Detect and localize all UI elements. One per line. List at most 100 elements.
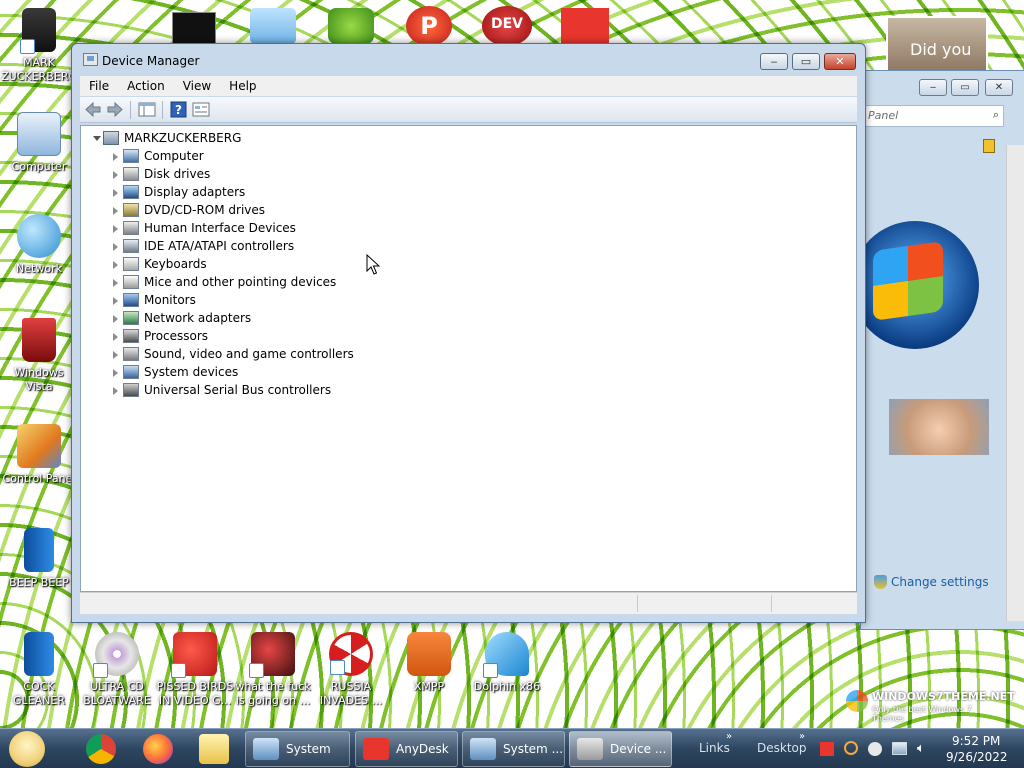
forward-arrow-icon[interactable] (106, 101, 124, 118)
show-hide-console-tree-icon[interactable] (138, 101, 156, 118)
menu-help[interactable]: Help (220, 76, 265, 96)
desktop-icon-windows-vista[interactable]: Windows Vista (0, 318, 78, 394)
desktop-icon-what-the[interactable]: what the fuck is going on ... (234, 632, 312, 708)
menu-file[interactable]: File (80, 76, 118, 96)
taskbar-item-device-manager[interactable]: Device ... (569, 731, 672, 767)
expand-arrow-icon[interactable] (113, 297, 118, 305)
keyboard-icon (123, 257, 139, 271)
desktop-icon-xmpp[interactable]: XMPP (390, 632, 468, 694)
toolbar-separator (130, 101, 131, 119)
desktop-icon-label: what the fuck is going on ... (235, 680, 311, 707)
help-icon[interactable]: ? (170, 101, 188, 118)
minimize-button[interactable]: ‒ (919, 79, 947, 96)
properties-icon[interactable] (192, 101, 210, 118)
toolbar-separator (162, 101, 163, 119)
desktop-icon-mark-zuckerberg[interactable]: MARK ZUCKERBERG (0, 8, 78, 84)
desktop-icon-russia-invades[interactable]: RUSSIA INVADES ... (312, 632, 390, 708)
expand-arrow-icon[interactable] (113, 333, 118, 341)
tree-item-label: Universal Serial Bus controllers (144, 383, 332, 397)
clock-date[interactable]: 9/26/2022 (946, 750, 1008, 764)
angry-pig-icon[interactable] (328, 8, 374, 44)
p-logo-icon[interactable]: P (406, 6, 452, 46)
menu-view[interactable]: View (174, 76, 220, 96)
desktop-icon-control-panel[interactable]: Control Panel (0, 424, 78, 486)
expand-arrow-icon[interactable] (113, 153, 118, 161)
expand-arrow-icon[interactable] (113, 315, 118, 323)
links-chevron-icon[interactable]: » (726, 731, 732, 742)
maximize-button[interactable]: ▭ (951, 79, 979, 96)
vertical-scrollbar[interactable] (1006, 145, 1024, 621)
usb-icon (123, 383, 139, 397)
start-button[interactable] (4, 729, 48, 768)
desktop-toolbar[interactable]: Desktop (757, 741, 807, 755)
ide-controller-icon (123, 239, 139, 253)
desktop-icon-dolphin[interactable]: Dolphin x86 (468, 632, 546, 694)
person-icon (20, 8, 56, 54)
expand-arrow-icon[interactable] (113, 279, 118, 287)
anydesk-desktop-icon[interactable] (561, 8, 609, 46)
windows-logo-icon (846, 690, 868, 712)
desktop-icon-network[interactable]: Network (0, 214, 78, 276)
taskbar-item-anydesk[interactable]: AnyDesk (355, 731, 458, 767)
close-button[interactable]: ✕ (985, 79, 1013, 96)
user-tile[interactable]: Did you (886, 16, 988, 74)
back-arrow-icon[interactable] (84, 101, 102, 118)
radiation-icon (329, 632, 373, 676)
menu-action[interactable]: Action (118, 76, 174, 96)
desktop-icon-label: RUSSIA INVADES ... (319, 680, 383, 707)
folder-icon[interactable] (199, 734, 229, 764)
firefox-icon[interactable] (143, 734, 173, 764)
taskbar-item-label: Device ... (610, 742, 667, 756)
control-panel-window[interactable]: ‒ ▭ ✕ Panel ⌕ Change settings (851, 70, 1024, 630)
expand-arrow-icon[interactable] (113, 369, 118, 377)
expand-arrow-icon[interactable] (113, 351, 118, 359)
desktop-chevron-icon[interactable]: » (799, 731, 805, 742)
smiley-tray-icon[interactable] (868, 742, 882, 756)
folder-icon[interactable] (250, 8, 296, 44)
shield-icon (874, 575, 887, 589)
window-title: Device Manager (102, 54, 200, 68)
minimize-button[interactable]: ‒ (760, 53, 788, 70)
watermark: WINDOWS7THEME.NET Only the best Windows … (846, 688, 1015, 723)
cmd-icon[interactable] (172, 12, 216, 44)
globe-icon (17, 214, 61, 258)
network-tray-icon[interactable] (892, 742, 907, 755)
expand-arrow-icon[interactable] (113, 189, 118, 197)
desktop-icon-label: ULTRA CD BLOATWARE (83, 680, 151, 707)
device-manager-window[interactable]: Device Manager ‒ ▭ ✕ File Action View Help … (71, 43, 866, 623)
expand-arrow-icon[interactable] (113, 225, 118, 233)
expand-arrow-icon[interactable] (113, 261, 118, 269)
clock-time[interactable]: 9:52 PM (952, 734, 1000, 748)
title-bar[interactable]: Device Manager ‒ ▭ ✕ (72, 44, 865, 76)
desktop-icon-beep-beep[interactable]: BEEP BEEP (0, 528, 78, 590)
anydesk-tray-icon[interactable] (820, 742, 834, 756)
close-button[interactable]: ✕ (824, 53, 856, 70)
links-toolbar[interactable]: Links (699, 741, 730, 755)
expand-arrow-icon[interactable] (113, 243, 118, 251)
expand-arrow-icon[interactable] (113, 207, 118, 215)
desktop-icon-computer[interactable]: Computer (0, 112, 78, 174)
desktop-icon-label: Windows Vista (14, 366, 64, 393)
tree-item-label: Human Interface Devices (144, 221, 296, 235)
change-settings-link[interactable]: Change settings (891, 575, 989, 589)
taskbar-item-system[interactable]: System (245, 731, 350, 767)
status-bar-panel (637, 595, 771, 612)
search-tray-icon[interactable] (844, 741, 858, 755)
device-tree-pane[interactable]: MARKZUCKERBERG Computer Disk drives Displa… (80, 125, 857, 592)
anydesk-icon (363, 738, 389, 760)
expand-arrow-icon[interactable] (113, 387, 118, 395)
expand-arrow-icon[interactable] (113, 171, 118, 179)
recycle-bin-icon (22, 318, 56, 362)
volume-tray-icon[interactable]: 🔈︎ (917, 741, 925, 756)
desktop-icon-pissed-birds[interactable]: PISSED BIRDS IN VIDEO G... (156, 632, 234, 708)
desktop-icon-ultra-cd[interactable]: ULTRA CD BLOATWARE (78, 632, 156, 708)
tree-item-label: Network adapters (144, 311, 252, 325)
dev-cpp-icon[interactable]: DEV C++ (482, 6, 532, 68)
search-input[interactable]: Panel ⌕ (861, 105, 1004, 127)
maximize-button[interactable]: ▭ (792, 53, 820, 70)
help-icon[interactable] (983, 139, 995, 153)
chrome-icon[interactable] (86, 734, 116, 764)
collapse-arrow-icon[interactable] (93, 136, 101, 141)
desktop-icon-cock-gleaner[interactable]: COCK GLEANER (0, 632, 78, 708)
taskbar-item-system-2[interactable]: System ... (462, 731, 565, 767)
